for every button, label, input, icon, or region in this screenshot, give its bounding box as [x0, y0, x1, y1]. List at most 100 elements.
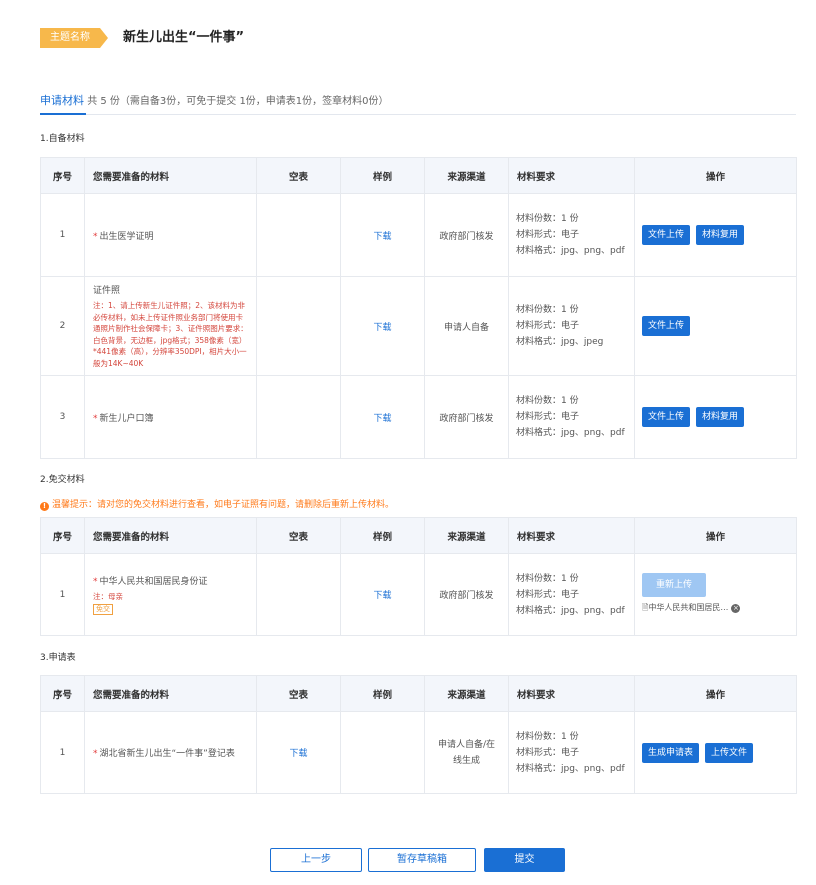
upload-file-button[interactable]: 文件上传	[642, 225, 691, 245]
remove-file-icon[interactable]: ×	[731, 604, 741, 613]
row-seq: 3	[40, 375, 85, 459]
tab-active-indicator	[40, 113, 86, 115]
col-req: 材料要求	[508, 517, 635, 554]
material-name: * 中华人民共和国居民身份证 注：母亲 免交	[84, 553, 257, 636]
tab-summary: 共 5 份（需自备3份，可免于提交 1份，申请表1份，签章材料0份）	[87, 96, 389, 107]
self-prepared-table: 序号 您需要准备的材料 空表 样例 来源渠道 材料要求 操作 1 * 出生医学证明…	[40, 157, 797, 459]
warning-text: 温馨提示：请对您的免交材料进行查看，如电子证照有问题，请删除后重新上传材料。	[52, 500, 395, 510]
table-header-row: 序号 您需要准备的材料 空表 样例 来源渠道 材料要求 操作	[40, 157, 797, 194]
col-seq: 序号	[40, 675, 85, 712]
req-form: 材料形式：电子	[516, 321, 580, 331]
req-format: 材料格式：jpg、png、pdf	[516, 428, 625, 438]
col-material: 您需要准备的材料	[84, 157, 257, 194]
sample-download-link[interactable]: 下载	[373, 591, 391, 601]
req-count: 材料份数：1 份	[516, 573, 579, 584]
material-label: 出生医学证明	[99, 231, 154, 242]
table-header-row: 序号 您需要准备的材料 空表 样例 来源渠道 材料要求 操作	[40, 517, 797, 554]
req-format: 材料格式：jpg、png、pdf	[516, 763, 625, 774]
warning-icon: !	[40, 502, 49, 511]
required-mark: *	[93, 749, 98, 759]
material-note: 注：1、请上传新生儿证件照；2、该材料为非必传材料，如未上传证件照业务部门将使用…	[93, 301, 248, 368]
material-name: * 出生医学证明	[84, 193, 257, 277]
col-source: 来源渠道	[424, 517, 509, 554]
ops-cell: 生成申请表 上传文件	[634, 711, 797, 794]
req-cell: 材料份数：1 份 材料形式：电子 材料格式：jpg、png、pdf	[508, 553, 635, 636]
req-count: 材料份数：1 份	[516, 731, 579, 742]
row-seq: 2	[40, 276, 85, 376]
req-format: 材料格式：jpg、png、pdf	[516, 605, 625, 616]
req-form: 材料形式：电子	[516, 230, 580, 240]
section-title-self-prepared: 1.自备材料	[40, 134, 85, 144]
material-name: * 湖北省新生儿出生“一件事”登记表	[84, 711, 257, 794]
exempt-badge: 免交	[93, 604, 113, 616]
ops-cell: 重新上传 🗎中华人民共和国居民… ×	[634, 553, 797, 636]
req-count: 材料份数：1 份	[516, 305, 579, 315]
source-cell: 政府部门核发	[424, 375, 509, 459]
exempt-table: 序号 您需要准备的材料 空表 样例 来源渠道 材料要求 操作 1 * 中华人民共和…	[40, 517, 797, 636]
table-row: 2 证件照 注：1、请上传新生儿证件照；2、该材料为非必传材料，如未上传证件照业…	[40, 276, 797, 376]
col-req: 材料要求	[508, 675, 635, 712]
material-label: 证件照	[93, 286, 121, 296]
req-format: 材料格式：jpg、jpeg	[516, 337, 604, 347]
upload-file-button[interactable]: 文件上传	[642, 407, 691, 427]
sample-download-link[interactable]: 下载	[373, 414, 391, 424]
tab-apply-materials[interactable]: 申请材料 共 5 份（需自备3份，可免于提交 1份，申请表1份，签章材料0份）	[40, 93, 389, 110]
material-name: 证件照 注：1、请上传新生儿证件照；2、该材料为非必传材料，如未上传证件照业务部…	[84, 276, 257, 376]
tab-divider	[40, 114, 796, 115]
col-ops: 操作	[634, 157, 797, 194]
ops-cell: 文件上传 材料复用	[634, 193, 797, 277]
table-row: 1 * 出生医学证明 下载 政府部门核发 材料份数：1 份 材料形式：电子 材料格…	[40, 193, 797, 277]
req-cell: 材料份数：1 份 材料形式：电子 材料格式：jpg、png、pdf	[508, 193, 635, 277]
application-form-table: 序号 您需要准备的材料 空表 样例 来源渠道 材料要求 操作 1 * 湖北省新生儿…	[40, 675, 797, 794]
upload-file-button[interactable]: 文件上传	[642, 316, 691, 336]
material-note: 注：母亲	[93, 591, 123, 601]
required-mark: *	[93, 576, 98, 587]
row-seq: 1	[40, 553, 85, 636]
col-sample: 样例	[340, 157, 425, 194]
col-sample: 样例	[340, 517, 425, 554]
row-seq: 1	[40, 711, 85, 794]
req-count: 材料份数：1 份	[516, 396, 579, 406]
section-title-exempt: 2.免交材料	[40, 475, 85, 485]
sample-cell	[340, 711, 425, 794]
col-source: 来源渠道	[424, 675, 509, 712]
req-form: 材料形式：电子	[516, 589, 580, 600]
blank-cell	[256, 276, 341, 376]
col-blank: 空表	[256, 675, 341, 712]
source-cell: 申请人自备	[424, 276, 509, 376]
row-seq: 1	[40, 193, 85, 277]
reuse-material-button[interactable]: 材料复用	[696, 407, 745, 427]
save-draft-button[interactable]: 暂存草稿箱	[368, 848, 476, 872]
page-title: 新生儿出生“一件事”	[123, 30, 245, 45]
col-req: 材料要求	[508, 157, 635, 194]
col-blank: 空表	[256, 517, 341, 554]
file-name: 中华人民共和国居民…	[648, 603, 729, 612]
section-title-application-form: 3.申请表	[40, 653, 76, 663]
req-form: 材料形式：电子	[516, 412, 580, 422]
sample-download-link[interactable]: 下载	[373, 232, 391, 242]
table-header-row: 序号 您需要准备的材料 空表 样例 来源渠道 材料要求 操作	[40, 675, 797, 712]
col-blank: 空表	[256, 157, 341, 194]
required-mark: *	[93, 413, 98, 424]
warning-tip: ! 温馨提示：请对您的免交材料进行查看，如电子证照有问题，请删除后重新上传材料。	[40, 497, 394, 511]
reuse-material-button[interactable]: 材料复用	[696, 225, 745, 245]
blank-form-download-link[interactable]: 下载	[289, 749, 307, 759]
generate-form-button[interactable]: 生成申请表	[642, 742, 700, 763]
submit-button[interactable]: 提交	[484, 848, 565, 872]
table-row: 1 * 中华人民共和国居民身份证 注：母亲 免交 下载 政府部门核发 材料份数：1…	[40, 553, 797, 636]
req-form: 材料形式：电子	[516, 747, 580, 758]
prev-step-button[interactable]: 上一步	[270, 848, 362, 872]
material-label: 中华人民共和国居民身份证	[99, 576, 208, 587]
col-material: 您需要准备的材料	[84, 517, 257, 554]
tab-label: 申请材料	[40, 94, 84, 107]
upload-file-button[interactable]: 上传文件	[705, 742, 754, 763]
req-cell: 材料份数：1 份 材料形式：电子 材料格式：jpg、jpeg	[508, 276, 635, 376]
reupload-button[interactable]: 重新上传	[642, 573, 707, 597]
col-seq: 序号	[40, 517, 85, 554]
ops-cell: 文件上传	[634, 276, 797, 376]
col-ops: 操作	[634, 675, 797, 712]
blank-cell	[256, 375, 341, 459]
blank-cell	[256, 553, 341, 636]
col-source: 来源渠道	[424, 157, 509, 194]
sample-download-link[interactable]: 下载	[373, 323, 391, 333]
